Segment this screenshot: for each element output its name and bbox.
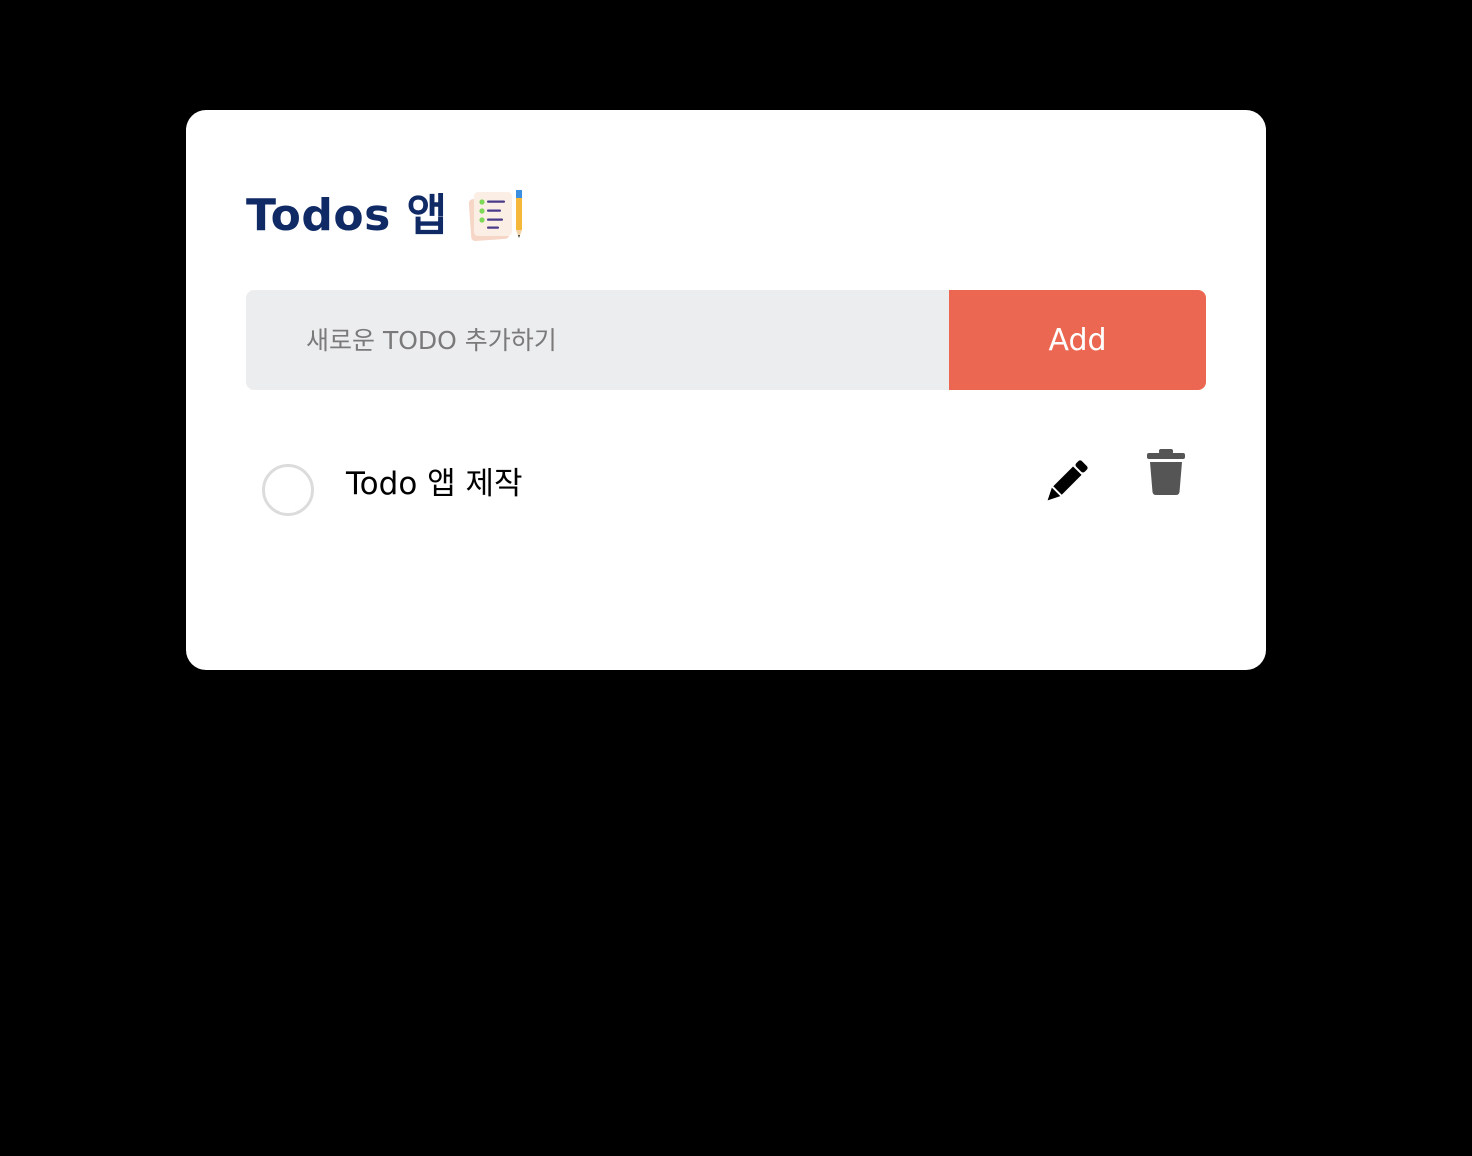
pencil-icon[interactable] — [1042, 458, 1090, 506]
new-todo-input[interactable] — [246, 290, 949, 390]
add-button[interactable]: Add — [949, 290, 1206, 390]
header: Todos 앱 — [246, 188, 526, 244]
app-title: Todos 앱 — [246, 190, 448, 241]
add-todo-form: Add — [246, 290, 1206, 390]
todo-text: Todo 앱 제작 — [346, 466, 523, 502]
todo-card: Todos 앱 Add Todo 앱 — [186, 110, 1266, 670]
trash-icon[interactable] — [1146, 449, 1186, 495]
todo-item: Todo 앱 제작 — [246, 440, 1206, 550]
todo-list: Todo 앱 제작 — [246, 440, 1206, 550]
memo-pencil-icon — [466, 188, 526, 244]
complete-checkbox[interactable] — [262, 464, 314, 516]
